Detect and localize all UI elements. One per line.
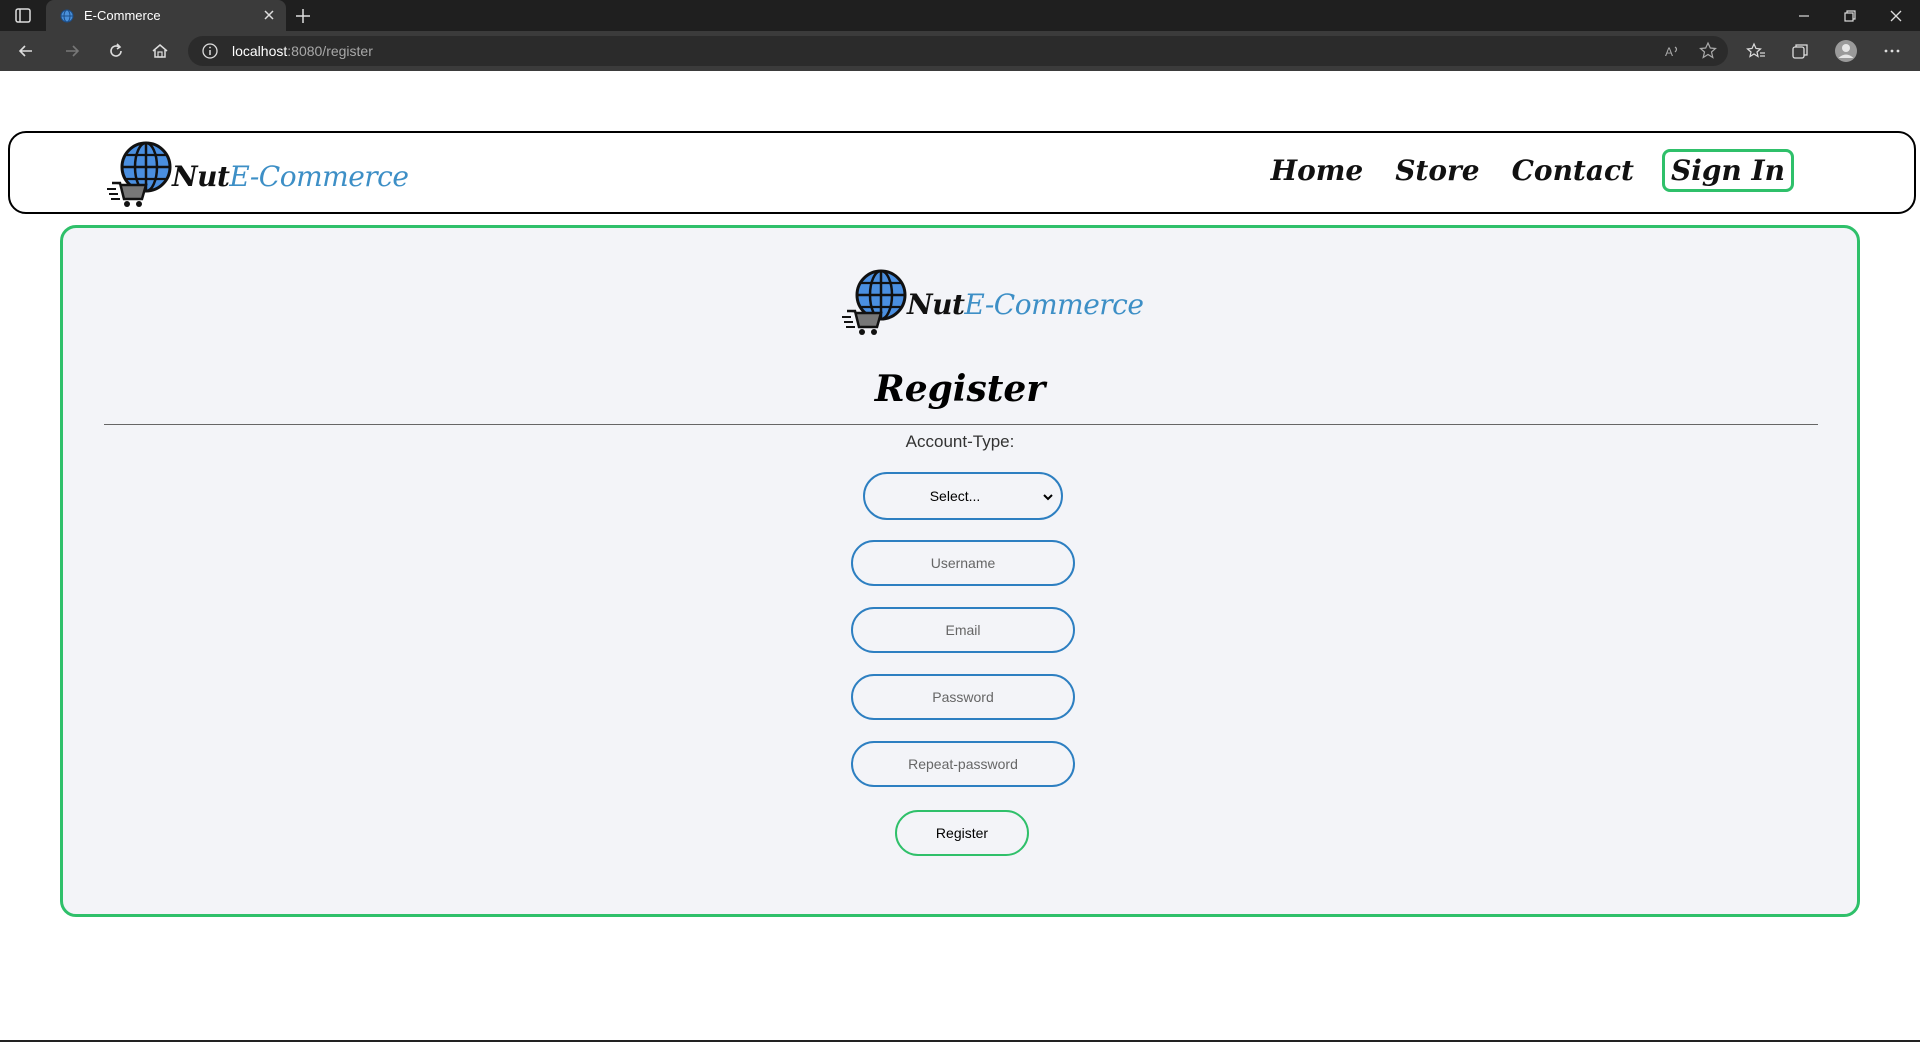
svg-text:A: A [1665,45,1673,59]
tab-title: E-Commerce [84,8,161,23]
back-arrow-icon[interactable] [16,41,36,61]
account-type-select[interactable]: Select... [863,472,1063,520]
tab-actions-icon[interactable] [12,6,34,26]
minimize-icon[interactable] [1794,6,1814,26]
profile-avatar-icon[interactable] [1834,39,1858,63]
card-brand-name: NutE-Commerce [907,287,1144,321]
restore-icon[interactable] [1840,6,1860,26]
chevron-down-icon [1043,494,1053,501]
username-field[interactable] [851,540,1075,586]
browser-tab[interactable]: E-Commerce [46,0,286,31]
nav-links: Home Store Contact Sign In [1239,149,1794,192]
address-bar[interactable]: localhost:8080/register [188,36,1728,66]
brand-name: NutE-Commerce [172,159,409,193]
nav-home-link[interactable]: Home [1271,154,1364,187]
email-field[interactable] [851,607,1075,653]
collections-icon[interactable] [1790,41,1810,61]
close-window-icon[interactable] [1886,6,1906,26]
site-info-icon[interactable] [202,43,218,59]
card-brand: NutE-Commerce [841,266,1144,338]
card-brand-name-part1: Nut [907,287,965,321]
favorites-icon[interactable] [1746,41,1766,61]
globe-favicon-icon [60,9,74,23]
url-path: :8080/register [287,43,373,59]
account-type-label: Account-Type: [905,432,1015,451]
page-viewport: NutE-Commerce Home Store Contact Sign In… [0,71,1920,1042]
close-tab-icon[interactable] [262,8,276,22]
add-favorite-icon[interactable] [1698,41,1718,61]
globe-cart-logo-icon [107,141,172,207]
nav-store-link[interactable]: Store [1395,154,1479,187]
refresh-icon[interactable] [106,41,126,61]
browser-titlebar: E-Commerce [0,0,1920,31]
repeat-password-field[interactable] [851,741,1075,787]
register-card: NutE-Commerce Register Account-Type: Sel… [60,225,1860,917]
url-text[interactable]: localhost:8080/register [232,43,373,59]
site-navbar: NutE-Commerce Home Store Contact Sign In [8,131,1916,214]
brand-name-part1: Nut [172,159,230,193]
navbar-brand[interactable]: NutE-Commerce [106,139,409,209]
more-menu-icon[interactable] [1882,41,1902,61]
browser-toolbar: localhost:8080/register A [0,31,1920,71]
url-host: localhost [232,43,288,59]
brand-name-part2: E-Commerce [229,159,409,193]
nav-contact-link[interactable]: Contact [1512,154,1634,187]
divider [104,424,1818,425]
home-icon[interactable] [150,41,170,61]
password-field[interactable] [851,674,1075,720]
forward-arrow-icon[interactable] [62,41,82,61]
globe-cart-logo-icon [842,269,907,335]
read-aloud-icon[interactable]: A [1662,41,1682,61]
new-tab-icon[interactable] [294,7,312,25]
register-button[interactable]: Register [895,810,1029,856]
card-brand-name-part2: E-Commerce [964,287,1144,321]
sign-in-button[interactable]: Sign In [1662,149,1794,192]
register-heading: Register [874,368,1046,410]
account-type-selected-value: Select... [929,488,981,504]
